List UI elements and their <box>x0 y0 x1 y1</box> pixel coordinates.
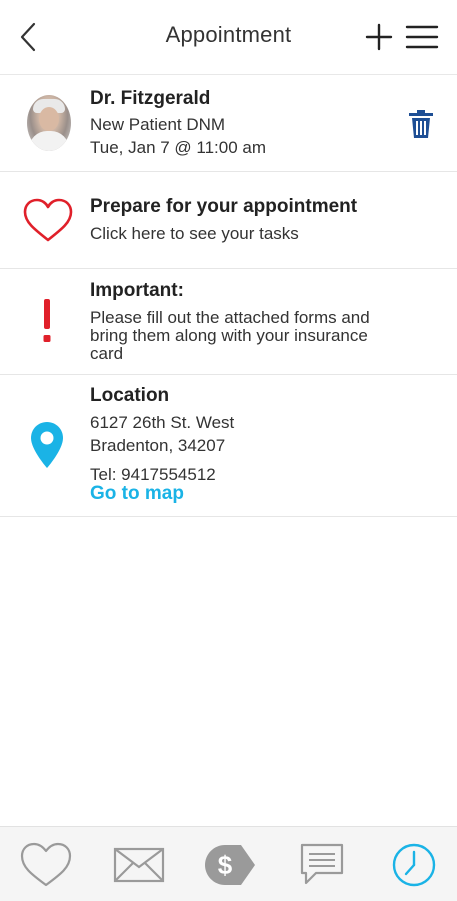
location-title: Location <box>90 385 170 406</box>
nav-health[interactable] <box>18 841 74 891</box>
doctor-name: Dr. Fitzgerald <box>90 88 211 109</box>
important-line-1: Please fill out the attached forms and <box>90 308 370 327</box>
prepare-title: Prepare for your appointment <box>90 196 358 217</box>
map-pin-icon <box>31 422 63 468</box>
nav-chat[interactable] <box>296 841 352 891</box>
location-section: Location 6127 26th St. West Bradenton, 3… <box>0 375 457 517</box>
hamburger-menu-icon <box>405 25 439 49</box>
doctor-avatar <box>27 95 71 151</box>
chat-icon <box>300 843 344 885</box>
clock-icon <box>392 843 436 887</box>
nav-messages[interactable] <box>111 841 167 891</box>
nav-appointments[interactable] <box>386 841 442 891</box>
nav-billing[interactable]: $ <box>201 841 257 891</box>
mail-icon <box>113 847 165 883</box>
important-section: Important: Please fill out the attached … <box>0 269 457 375</box>
delete-appointment-button[interactable] <box>408 109 434 139</box>
svg-text:$: $ <box>218 850 233 880</box>
trash-icon <box>409 110 433 138</box>
menu-button[interactable] <box>405 22 439 52</box>
appointment-card: Dr. Fitzgerald New Patient DNM Tue, Jan … <box>0 75 457 172</box>
heart-icon <box>20 842 72 887</box>
exclamation-icon <box>43 299 51 342</box>
plus-icon <box>365 23 393 51</box>
prepare-section[interactable]: Prepare for your appointment Click here … <box>0 172 457 269</box>
prepare-subtitle: Click here to see your tasks <box>90 224 299 243</box>
dollar-tag-icon: $ <box>205 845 255 885</box>
address-line-1: 6127 26th St. West <box>90 413 235 432</box>
important-title: Important: <box>90 280 184 301</box>
app-header: Appointment <box>0 0 457 75</box>
important-line-2: bring them along with your insurance <box>90 326 368 345</box>
bottom-navigation: $ <box>0 826 457 901</box>
heart-outline-icon <box>23 198 73 242</box>
visit-type: New Patient DNM <box>90 115 226 134</box>
important-line-3: card <box>90 344 124 363</box>
phone-number[interactable]: Tel: 9417554512 <box>90 465 216 484</box>
add-appointment-button[interactable] <box>364 22 394 52</box>
address-line-2: Bradenton, 34207 <box>90 436 226 455</box>
appointment-datetime: Tue, Jan 7 @ 11:00 am <box>90 138 267 157</box>
go-to-map-link[interactable]: Go to map <box>90 483 184 505</box>
